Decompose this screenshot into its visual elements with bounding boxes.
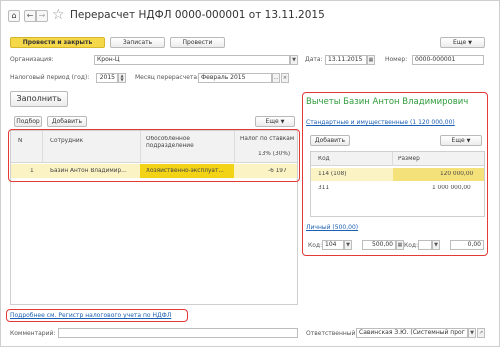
table-more-label: Еще xyxy=(265,118,279,125)
comment-field[interactable] xyxy=(58,328,298,338)
row-amount: 1 000 000,00 xyxy=(432,185,471,191)
org-select-button[interactable]: ▼ xyxy=(290,55,298,65)
amount-field[interactable]: 500,00 xyxy=(362,240,396,250)
responsible-open-button[interactable]: ↗ xyxy=(477,328,485,338)
amount-calc-button[interactable]: ▦ xyxy=(396,240,404,250)
deductions-more-label: Еще xyxy=(451,137,465,144)
back-button[interactable]: ← xyxy=(24,10,36,22)
period-stepper[interactable]: ▲ ▼ xyxy=(118,73,126,83)
code-label: Код: xyxy=(308,242,323,249)
code2-select-button[interactable]: ▼ xyxy=(432,240,440,250)
window-title: Перерасчет НДФЛ 0000-000001 от 13.11.201… xyxy=(70,9,325,21)
responsible-select-button[interactable]: ▼ xyxy=(468,328,476,338)
code-select-button[interactable]: ▼ xyxy=(344,240,352,250)
date-label: Дата: xyxy=(305,56,323,63)
post-and-close-button[interactable]: Провести и закрыть xyxy=(10,37,105,48)
amount2-field[interactable]: 0,00 xyxy=(450,240,484,250)
number-field[interactable]: 0000-000001 xyxy=(412,55,484,65)
dropdown-arrow-icon: ▼ xyxy=(468,40,472,46)
period-label: Налоговый период (год): xyxy=(10,74,90,81)
register-link[interactable]: Подробнее см. Регистр налогового учета п… xyxy=(10,312,171,319)
dropdown-arrow-icon: ▼ xyxy=(466,138,471,144)
post-button[interactable]: Провести xyxy=(170,37,225,48)
org-label: Организация: xyxy=(10,56,54,63)
month-select-button[interactable]: … xyxy=(272,73,280,83)
row-code: 311 xyxy=(318,185,330,191)
code2-label: Код: xyxy=(404,242,419,249)
comment-label: Комментарий: xyxy=(10,330,56,337)
calendar-icon[interactable]: ▦ xyxy=(367,55,375,65)
favorite-star-icon[interactable]: ☆ xyxy=(52,8,65,22)
more-button[interactable]: Еще ▼ xyxy=(440,37,485,48)
number-label: Номер: xyxy=(385,56,408,63)
col-header-code: Код xyxy=(318,156,330,162)
code-field[interactable]: 104 xyxy=(322,240,344,250)
dropdown-arrow-icon: ▼ xyxy=(280,119,285,125)
standard-deductions-link[interactable]: Стандартные и имущественные (1 120 000,0… xyxy=(306,119,455,126)
table-more-button[interactable]: Еще ▼ xyxy=(255,116,295,127)
organization-field[interactable]: Крон-Ц xyxy=(94,55,290,65)
more-label: Еще xyxy=(453,39,467,46)
add-deduction-button[interactable]: Добавить xyxy=(310,135,350,146)
home-button[interactable]: ⌂ xyxy=(8,10,20,22)
deductions-title: Вычеты Базин Антон Владимирович xyxy=(306,97,469,107)
col-divider xyxy=(392,152,393,166)
save-button[interactable]: Записать xyxy=(110,37,165,48)
responsible-field[interactable]: Савинская З.Ю. (Системный прог xyxy=(356,328,468,338)
table-highlight-box xyxy=(8,129,300,182)
personal-deduction-link[interactable]: Личный (500,00) xyxy=(306,224,358,231)
deductions-more-button[interactable]: Еще ▼ xyxy=(440,135,482,146)
fill-button[interactable]: Заполнить xyxy=(10,91,68,107)
date-field[interactable]: 13.11.2015 xyxy=(325,55,367,65)
row-code: 114 (108) xyxy=(318,171,347,177)
responsible-label: Ответственный: xyxy=(306,330,358,337)
row-amount: 120 000,00 xyxy=(440,171,474,177)
add-row-button[interactable]: Добавить xyxy=(47,116,87,127)
month-field[interactable]: Февраль 2015 xyxy=(198,73,272,83)
select-button[interactable]: Подбор xyxy=(14,116,42,127)
month-label: Месяц перерасчета: xyxy=(135,74,200,81)
period-field[interactable]: 2015 xyxy=(96,73,118,83)
forward-button[interactable]: → xyxy=(36,10,48,22)
month-clear-button[interactable]: × xyxy=(281,73,289,83)
col-header-amount: Размер xyxy=(398,156,420,162)
code2-field[interactable] xyxy=(418,240,432,250)
